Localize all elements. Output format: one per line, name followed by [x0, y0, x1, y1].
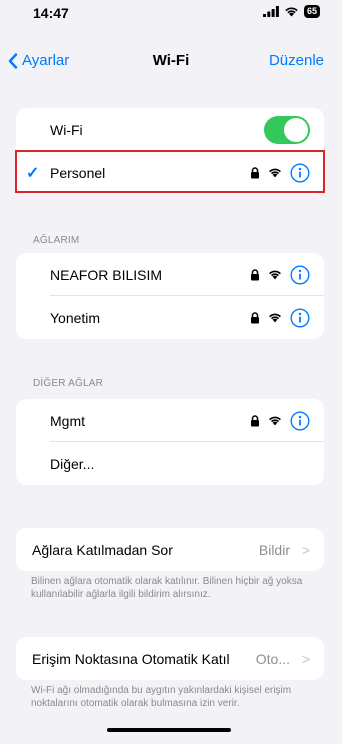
auto-join-hotspot-label: Erişim Noktasına Otomatik Katıl [32, 650, 230, 667]
wifi-signal-icon [269, 416, 281, 426]
status-icons: 65 [262, 5, 320, 18]
home-indicator[interactable] [107, 728, 231, 732]
back-button-label: Ayarlar [22, 52, 70, 69]
other-network-row[interactable]: Diğer... [16, 442, 324, 485]
wifi-status-icon [285, 7, 298, 17]
network-name: Yonetim [50, 309, 101, 326]
lock-icon [251, 311, 259, 323]
network-row[interactable]: Mgmt [16, 399, 324, 442]
auto-join-hotspot-footer: Wi-Fi ağı olmadığında bu aygıtın yakınla… [31, 685, 292, 709]
lock-icon [251, 268, 259, 280]
my-networks-header: AĞLARIM [33, 235, 80, 246]
wifi-toggle-row: Wi-Fi [16, 108, 324, 151]
network-row[interactable]: Yonetim [16, 296, 324, 339]
navigation-bar: Wi-Fi Ayarlar Düzenle [0, 44, 342, 78]
ask-to-join-group: Ağlara Katılmadan Sor Bildir > [16, 528, 324, 571]
info-icon[interactable] [290, 264, 310, 285]
ask-to-join-footer: Bilinen ağlara otomatik olarak katılınır… [31, 576, 303, 600]
chevron-right-icon: > [301, 650, 310, 667]
battery-icon: 65 [303, 5, 320, 18]
network-icons [250, 296, 310, 339]
status-time: 14:47 [33, 5, 69, 21]
wifi-signal-icon [269, 270, 281, 280]
network-icons [250, 399, 310, 442]
status-bar: 14:47 65 [0, 0, 342, 44]
wifi-toggle[interactable] [264, 115, 310, 144]
wifi-label: Wi-Fi [50, 121, 83, 138]
my-networks-group: NEAFOR BILISIM Yonetim [16, 253, 324, 339]
cellular-signal-icon [262, 6, 279, 17]
chevron-right-icon: > [301, 541, 310, 558]
info-icon[interactable] [290, 410, 310, 431]
auto-join-hotspot-value: Oto... [255, 650, 290, 667]
info-icon[interactable] [290, 307, 310, 328]
other-networks-header: DİĞER AĞLAR [33, 378, 103, 389]
other-networks-group: Mgmt Diğer... [16, 399, 324, 485]
edit-button[interactable]: Düzenle [269, 52, 324, 69]
ask-to-join-value: Bildir [258, 541, 290, 558]
ask-to-join-label: Ağlara Katılmadan Sor [32, 541, 173, 558]
network-row[interactable]: NEAFOR BILISIM [16, 253, 324, 296]
back-button[interactable]: Ayarlar [8, 52, 69, 69]
selection-highlight-box [15, 150, 325, 193]
auto-join-hotspot-row[interactable]: Erişim Noktasına Otomatik Katıl Oto... > [16, 637, 324, 680]
chevron-left-icon [8, 52, 18, 69]
network-icons [250, 253, 310, 296]
lock-icon [251, 414, 259, 426]
other-network-label: Diğer... [50, 455, 95, 472]
wifi-signal-icon [269, 313, 281, 323]
network-name: Mgmt [50, 412, 85, 429]
ask-to-join-row[interactable]: Ağlara Katılmadan Sor Bildir > [16, 528, 324, 571]
auto-join-hotspot-group: Erişim Noktasına Otomatik Katıl Oto... > [16, 637, 324, 680]
network-name: NEAFOR BILISIM [50, 266, 163, 283]
